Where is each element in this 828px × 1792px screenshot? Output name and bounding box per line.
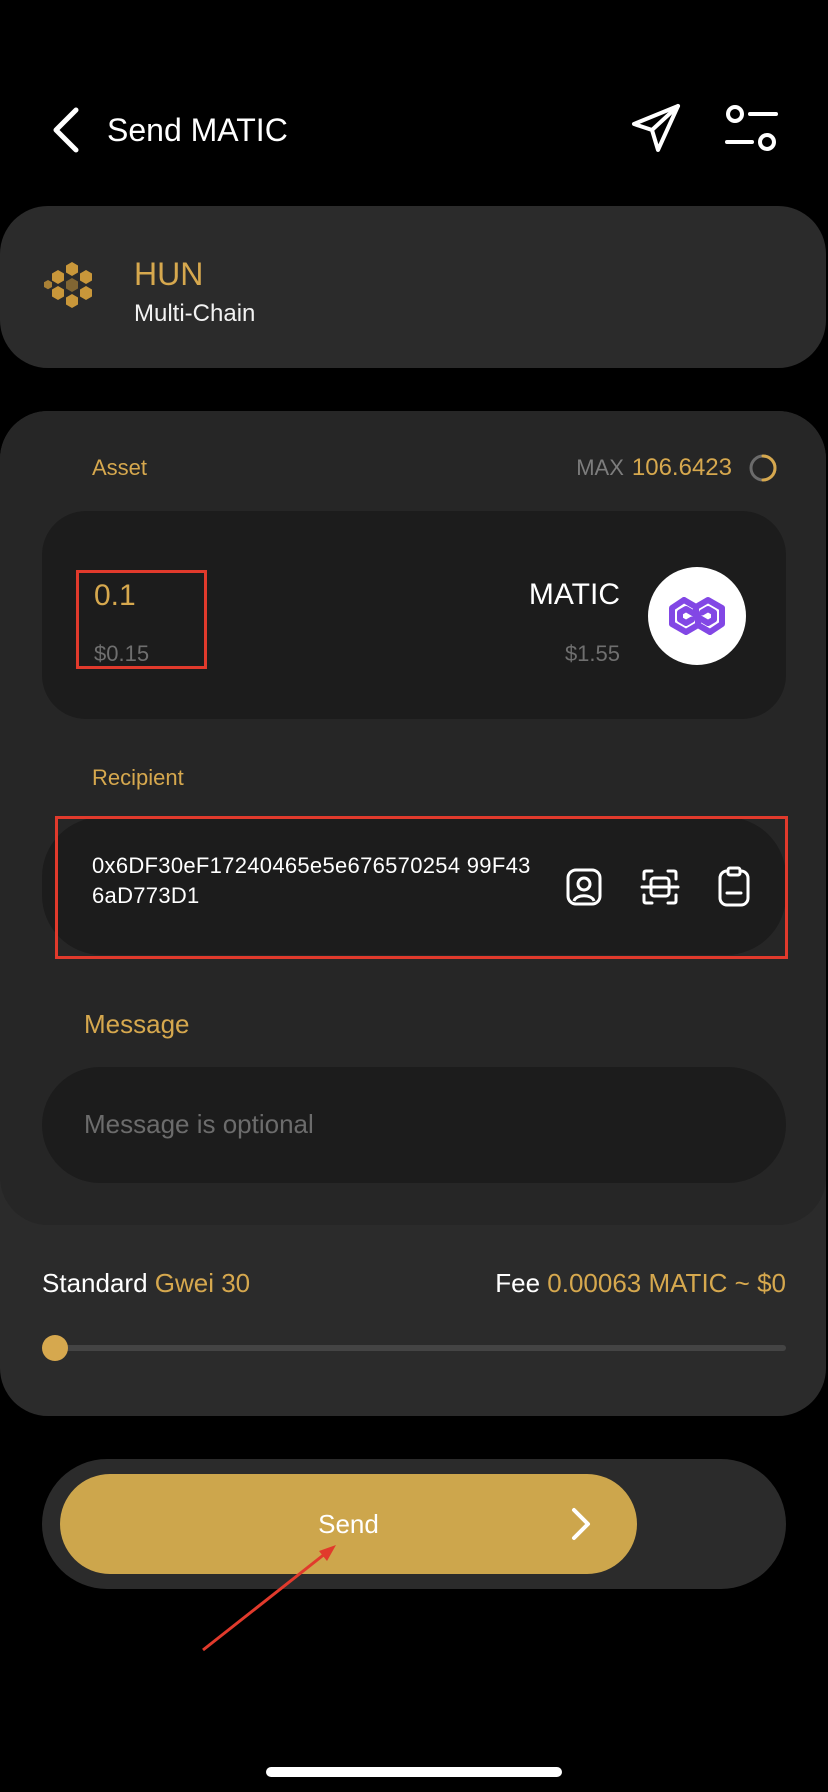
- contacts-icon[interactable]: [562, 865, 606, 909]
- loading-spinner-icon[interactable]: [748, 453, 778, 483]
- home-indicator[interactable]: [266, 1767, 562, 1777]
- wallet-subtitle: Multi-Chain: [134, 300, 256, 327]
- back-button[interactable]: [48, 104, 88, 156]
- send-history-button[interactable]: [628, 100, 684, 156]
- wallet-hexagon-logo-icon: [42, 258, 102, 318]
- amount-input[interactable]: 0.1: [94, 577, 136, 615]
- clipboard-paste-icon[interactable]: [712, 865, 756, 909]
- fee-row: Standard Gwei 30 Fee 0.00063 MATIC ~ $0: [42, 1265, 786, 1301]
- recipient-label: Recipient: [92, 765, 184, 790]
- token-price: $1.55: [564, 641, 620, 666]
- message-label: Message: [84, 1009, 190, 1039]
- paper-plane-icon: [632, 104, 680, 152]
- fee-speed-label: Standard: [42, 1268, 148, 1298]
- message-placeholder: Message is optional: [84, 1109, 314, 1139]
- token-symbol: MATIC: [528, 578, 620, 611]
- send-button-label: Send: [318, 1509, 379, 1539]
- send-button[interactable]: Send: [60, 1474, 637, 1574]
- gas-fee-slider[interactable]: [54, 1345, 786, 1351]
- page-title: Send MATIC: [107, 112, 288, 148]
- max-label: MAX: [576, 455, 624, 480]
- message-input[interactable]: Message is optional: [42, 1067, 786, 1183]
- chevron-left-icon: [53, 107, 79, 153]
- wallet-name: HUN: [134, 256, 204, 292]
- amount-usd-value: $0.15: [94, 641, 150, 666]
- wallet-selector[interactable]: HUN Multi-Chain: [0, 206, 826, 368]
- fee-label: Fee: [495, 1268, 541, 1298]
- token-selector[interactable]: [648, 567, 746, 665]
- sliders-icon: [725, 105, 778, 151]
- gwei-value: Gwei 30: [154, 1268, 251, 1298]
- asset-amount-box: 0.1 $0.15 MATIC $1.55: [42, 511, 786, 719]
- chevron-right-icon: [572, 1508, 590, 1540]
- fee-estimate: Fee 0.00063 MATIC ~ $0: [495, 1265, 786, 1301]
- recipient-field: 0x6DF30eF17240465e5e676570254 99F436aD77…: [42, 817, 786, 955]
- send-bar: Send: [42, 1459, 786, 1589]
- recipient-address-input[interactable]: 0x6DF30eF17240465e5e676570254 99F436aD77…: [92, 851, 532, 911]
- settings-button[interactable]: [722, 102, 782, 156]
- fee-value: 0.00063 MATIC ~ $0: [547, 1268, 786, 1298]
- polygon-logo-icon: [669, 597, 725, 635]
- max-balance[interactable]: MAX 106.6423: [576, 451, 778, 485]
- max-value: 106.6423: [631, 454, 732, 481]
- send-form-card: Asset MAX 106.6423 0.1 $0.15 MATIC $1.55: [0, 411, 826, 1416]
- asset-label: Asset: [92, 455, 148, 480]
- gas-fee-slider-thumb[interactable]: [42, 1335, 68, 1361]
- scan-qr-icon[interactable]: [638, 865, 682, 909]
- send-matic-screen: Send MATIC HUN Multi-Chain Asset MAX 106…: [0, 0, 828, 1792]
- send-form-inner: Asset MAX 106.6423 0.1 $0.15 MATIC $1.55: [0, 411, 826, 1225]
